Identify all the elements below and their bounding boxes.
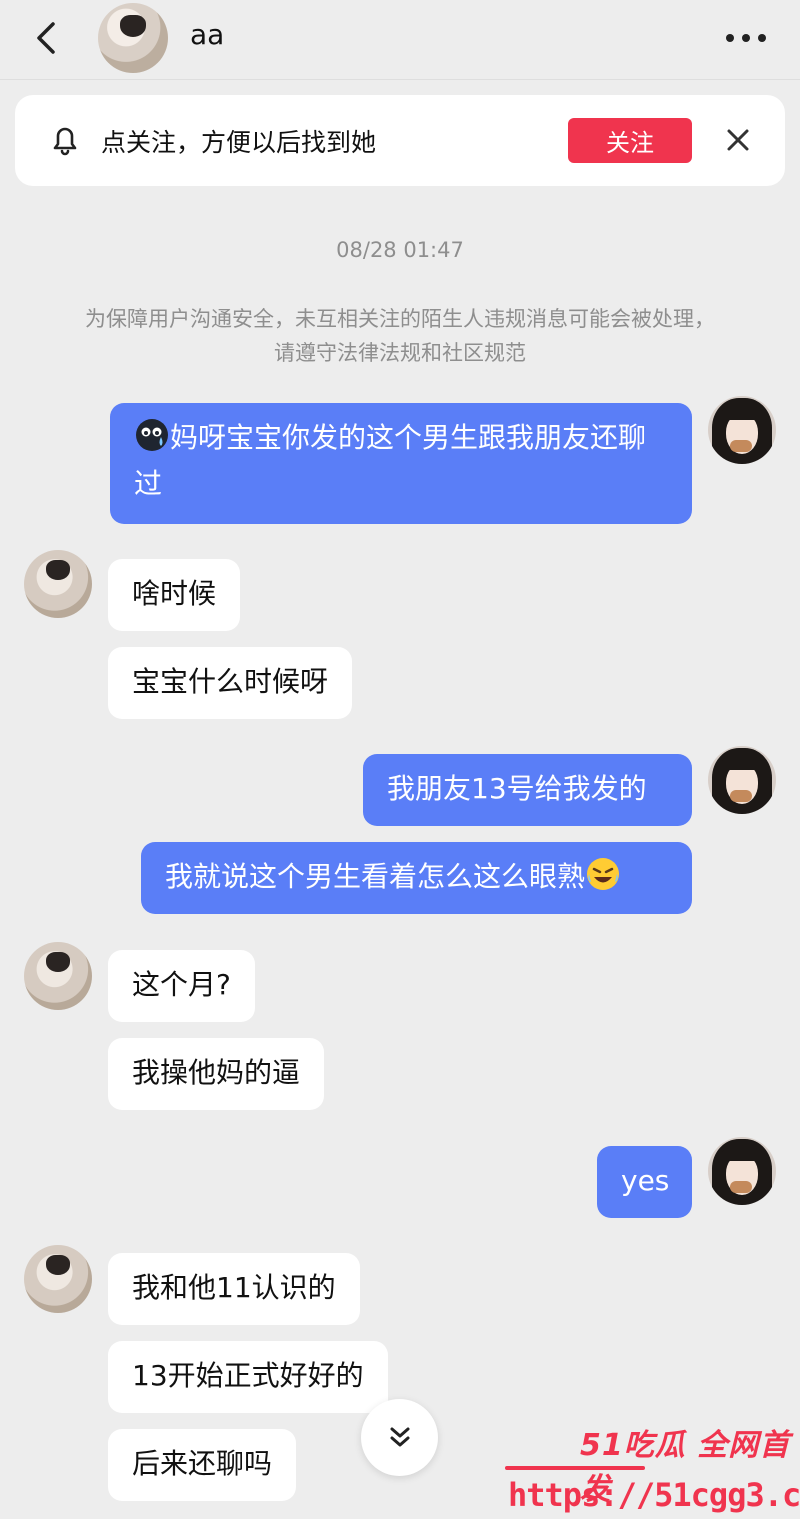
message-text: 宝宝什么时候呀	[132, 665, 329, 698]
message-text: 13开始正式好好的	[132, 1359, 364, 1392]
message-bubble-incoming[interactable]: 宝宝什么时候呀	[108, 647, 353, 719]
message-text: 我和他11认识的	[132, 1271, 336, 1304]
message-bubble-outgoing[interactable]: yes	[597, 1146, 692, 1218]
back-arrow-icon[interactable]	[28, 18, 68, 58]
contact-avatar[interactable]	[24, 550, 92, 618]
message-bubble-incoming[interactable]: 后来还聊吗	[108, 1429, 297, 1501]
message-bubble-incoming[interactable]: 13开始正式好好的	[108, 1341, 388, 1413]
my-avatar[interactable]	[708, 396, 776, 464]
watermark-url: https://51cgg3.com	[508, 1476, 800, 1514]
contact-avatar[interactable]	[24, 942, 92, 1010]
message-text: 这个月?	[132, 968, 231, 1001]
message-bubble-incoming[interactable]: 这个月?	[108, 950, 255, 1022]
contact-name[interactable]: aa	[190, 18, 224, 51]
my-avatar[interactable]	[708, 1137, 776, 1205]
message-bubble-outgoing[interactable]: 我朋友13号给我发的	[363, 754, 692, 826]
more-dots-icon[interactable]	[722, 20, 770, 54]
contact-avatar[interactable]	[24, 1245, 92, 1313]
rolling-laughing-emoji-icon	[585, 856, 621, 892]
message-text: 妈呀宝宝你发的这个男生跟我朋友还聊过	[134, 421, 647, 500]
message-text: yes	[621, 1164, 670, 1197]
follow-button[interactable]: 关注	[568, 118, 692, 163]
contact-avatar[interactable]	[98, 3, 168, 73]
message-timestamp: 08/28 01:47	[336, 238, 464, 262]
close-icon[interactable]	[723, 125, 753, 155]
sweat-face-emoji-icon	[134, 417, 170, 453]
top-bar: aa	[0, 0, 800, 80]
message-text: 后来还聊吗	[132, 1447, 273, 1480]
message-text: 我就说这个男生看着怎么这么眼熟	[165, 860, 586, 893]
watermark-divider	[505, 1466, 645, 1470]
message-bubble-incoming[interactable]: 我操他妈的逼	[108, 1038, 325, 1110]
follow-banner: 点关注，方便以后找到她 关注	[15, 95, 785, 186]
message-text: 啥时候	[132, 577, 217, 610]
message-text: 我朋友13号给我发的	[387, 772, 647, 805]
double-chevron-down-icon	[390, 1427, 410, 1447]
safety-notice: 为保障用户沟通安全，未互相关注的陌生人违规消息可能会被处理，请遵守法律法规和社区…	[85, 307, 715, 365]
follow-prompt-text: 点关注，方便以后找到她	[101, 128, 377, 157]
message-text: 我操他妈的逼	[132, 1056, 301, 1089]
bell-icon	[47, 121, 83, 157]
message-bubble-incoming[interactable]: 啥时候	[108, 559, 241, 631]
message-bubble-incoming[interactable]: 我和他11认识的	[108, 1253, 360, 1325]
message-bubble-outgoing[interactable]: 我就说这个男生看着怎么这么眼熟	[141, 842, 692, 914]
message-bubble-outgoing[interactable]: 妈呀宝宝你发的这个男生跟我朋友还聊过	[110, 403, 692, 524]
my-avatar[interactable]	[708, 746, 776, 814]
scroll-to-bottom-button[interactable]	[361, 1399, 438, 1476]
